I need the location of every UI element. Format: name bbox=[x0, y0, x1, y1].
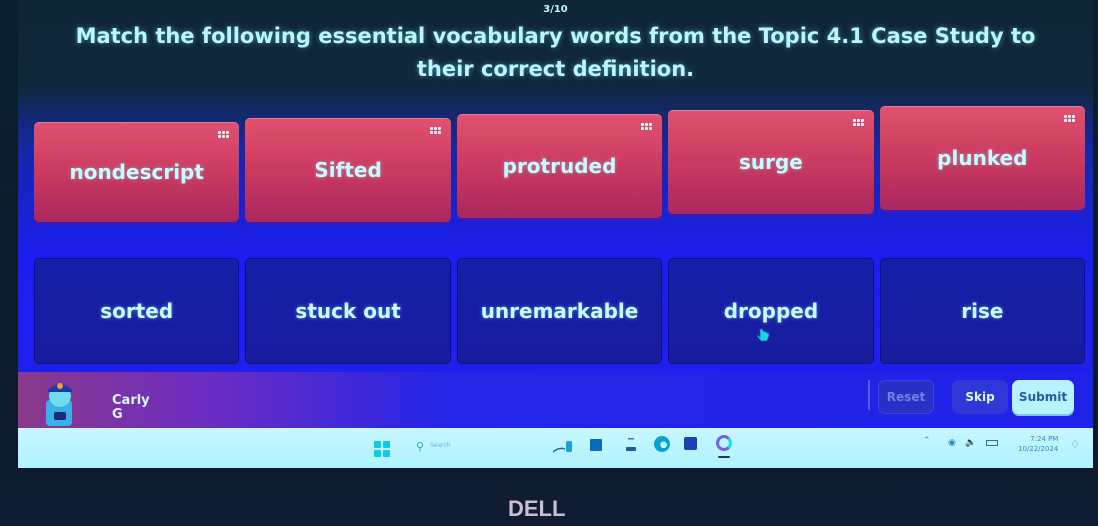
definition-label: dropped bbox=[723, 299, 819, 323]
skip-button[interactable]: Skip bbox=[952, 380, 1008, 414]
definition-label: sorted bbox=[100, 299, 174, 323]
player-last-initial: G bbox=[112, 407, 123, 422]
term-card-plunked[interactable]: plunked bbox=[879, 106, 1086, 210]
term-card-protruded[interactable]: protruded bbox=[456, 114, 663, 218]
definition-slot-rise[interactable]: rise bbox=[879, 258, 1086, 364]
chrome-browser-icon[interactable] bbox=[716, 435, 732, 451]
definition-label: rise bbox=[961, 299, 1004, 323]
widgets-icon[interactable] bbox=[553, 439, 575, 453]
term-label: surge bbox=[738, 150, 803, 174]
quiz-footer: Carly G Reset Skip Submit bbox=[18, 372, 1093, 430]
clock-time: 7:24 PM bbox=[1030, 435, 1059, 443]
notification-bell-icon[interactable]: ♢ bbox=[1070, 438, 1080, 451]
reset-button[interactable]: Reset bbox=[878, 380, 934, 414]
hand-cursor-icon bbox=[756, 328, 770, 342]
player-first-name: Carly bbox=[112, 393, 150, 408]
taskbar-app-icon[interactable] bbox=[626, 438, 636, 452]
definition-slot-dropped[interactable]: dropped bbox=[668, 258, 874, 364]
start-menu-icon[interactable] bbox=[374, 441, 390, 457]
definition-slot-stuck-out[interactable]: stuck out bbox=[245, 258, 451, 364]
player-name: Carly G bbox=[112, 394, 150, 422]
chevron-up-icon[interactable]: ⌃ bbox=[923, 436, 931, 446]
drag-handle-icon bbox=[429, 127, 441, 134]
question-progress: 3/10 bbox=[543, 4, 568, 15]
dell-logo: DELL bbox=[508, 496, 566, 521]
definition-slot-sorted[interactable]: sorted bbox=[34, 258, 240, 364]
term-card-nondescript[interactable]: nondescript bbox=[34, 122, 240, 222]
battery-icon[interactable] bbox=[986, 440, 998, 446]
drag-handle-icon bbox=[218, 131, 230, 138]
definition-label: stuck out bbox=[295, 299, 401, 323]
question-prompt: Match the following essential vocabulary… bbox=[75, 24, 1036, 81]
submit-button[interactable]: Submit bbox=[1012, 380, 1074, 414]
definition-label: unremarkable bbox=[480, 299, 639, 323]
file-explorer-icon[interactable] bbox=[590, 439, 602, 451]
term-card-sifted[interactable]: Sifted bbox=[245, 118, 451, 222]
search-icon[interactable]: ⚲ bbox=[416, 440, 424, 453]
store-app-icon[interactable] bbox=[684, 437, 697, 450]
drag-handle-icon bbox=[641, 123, 653, 130]
quiz-screen: 3/10 Match the following essential vocab… bbox=[18, 0, 1093, 468]
term-label: Sifted bbox=[314, 158, 382, 182]
taskbar-search-input[interactable]: Search bbox=[430, 442, 451, 449]
clock-date: 10/22/2024 bbox=[1018, 445, 1059, 453]
term-cards-row: nondescript Sifted protruded surge plunk… bbox=[34, 106, 1086, 222]
drag-handle-icon bbox=[1064, 115, 1076, 122]
edge-browser-icon[interactable] bbox=[654, 436, 670, 452]
wifi-icon[interactable]: ◉ bbox=[948, 438, 956, 448]
controls-divider bbox=[868, 380, 870, 410]
definition-slot-unremarkable[interactable]: unremarkable bbox=[456, 258, 663, 364]
term-label: protruded bbox=[502, 154, 617, 178]
term-label: nondescript bbox=[69, 160, 204, 184]
term-card-surge[interactable]: surge bbox=[668, 110, 874, 214]
term-label: plunked bbox=[937, 146, 1028, 170]
active-app-indicator bbox=[718, 456, 730, 458]
system-clock[interactable]: 7:24 PM 10/22/2024 bbox=[1018, 434, 1058, 454]
definition-cards-row: sorted stuck out unremarkable dropped ri… bbox=[34, 258, 1086, 364]
windows-taskbar: ⚲ Search ⌃ ◉ 🔈 7:24 PM 10/22/2024 ♢ bbox=[18, 428, 1093, 468]
player-avatar bbox=[46, 383, 72, 426]
drag-handle-icon bbox=[852, 119, 864, 126]
volume-icon[interactable]: 🔈 bbox=[965, 438, 976, 448]
